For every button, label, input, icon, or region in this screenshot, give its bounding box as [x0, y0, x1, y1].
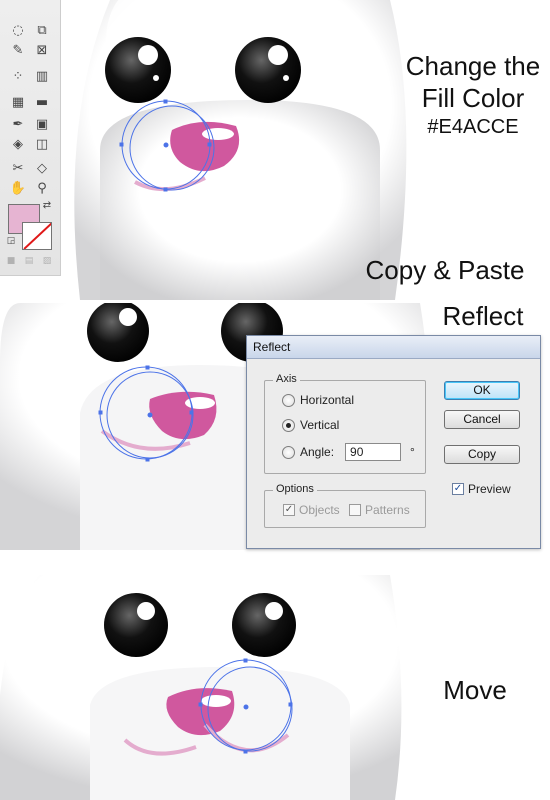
- left-eye-highlight: [138, 45, 158, 65]
- scale-tool-icon[interactable]: ⧉: [32, 20, 52, 40]
- free-transform-icon[interactable]: ⊠: [32, 40, 52, 60]
- zoom-tool-icon[interactable]: ⚲: [32, 178, 52, 198]
- stroke-color-swatch[interactable]: [22, 222, 52, 250]
- patterns-option[interactable]: Patterns: [349, 503, 410, 517]
- options-group: Options ✓ Objects Patterns: [264, 483, 426, 528]
- options-group-title: Options: [273, 483, 317, 495]
- right-eye-highlight: [268, 45, 288, 65]
- axis-group: Axis Horizontal Vertical Angle: 90 °: [264, 373, 426, 474]
- swap-colors-icon[interactable]: ⇄: [40, 198, 54, 212]
- caption-reflect: Reflect: [442, 303, 524, 331]
- ok-button[interactable]: OK: [444, 381, 520, 400]
- right-eye: [235, 37, 301, 103]
- left-eye: [104, 593, 168, 657]
- lasso-tool-icon[interactable]: ◌: [8, 20, 28, 40]
- step1-panel: ◌ ⧉ ✎ ⊠ ⁘ ▥ ▦ ▬ ✒ ▣ ◈ ◫ ✂ ◇ ✋ ⚲ ⇄ ◲ ■ ▤ …: [0, 0, 550, 300]
- axis-group-title: Axis: [273, 373, 300, 385]
- blend-tool-icon[interactable]: ▣: [32, 114, 52, 134]
- mesh-tool-icon[interactable]: ▦: [8, 92, 28, 112]
- gradient-tool-icon[interactable]: ▬: [32, 92, 52, 112]
- angle-radio[interactable]: [282, 445, 295, 459]
- eraser-icon[interactable]: ◇: [32, 158, 52, 178]
- muzzle-shape: [90, 667, 350, 800]
- caption-copy-paste: Copy & Paste: [365, 255, 525, 285]
- caption-move: Move: [443, 675, 507, 705]
- left-eye: [105, 37, 171, 103]
- vertical-option[interactable]: Vertical: [282, 418, 339, 432]
- objects-checkbox[interactable]: ✓: [283, 504, 295, 516]
- caption-change-fill: Change the Fill Color: [405, 51, 541, 113]
- vertical-radio[interactable]: [282, 418, 295, 432]
- none-mode-icon[interactable]: ▨: [40, 254, 54, 268]
- step3-panel: Move: [0, 575, 550, 800]
- horizontal-option[interactable]: Horizontal: [282, 393, 354, 407]
- copy-button[interactable]: Copy: [444, 445, 520, 464]
- column-graph-icon[interactable]: ▥: [32, 66, 52, 86]
- cancel-button[interactable]: Cancel: [444, 410, 520, 429]
- live-paint-bucket-icon[interactable]: ◈: [8, 134, 28, 154]
- color-mode-icon[interactable]: ■: [4, 254, 18, 268]
- patterns-checkbox[interactable]: [349, 504, 361, 516]
- angle-option[interactable]: Angle: 90 °: [282, 443, 415, 461]
- gradient-mode-icon[interactable]: ▤: [22, 254, 36, 268]
- caption-hex: #E4ACCE: [427, 116, 519, 138]
- reflect-dialog: Reflect Axis Horizontal Vertical Angle: …: [246, 335, 541, 549]
- blob-brush-icon[interactable]: ✎: [8, 40, 28, 60]
- eyedropper-icon[interactable]: ✒: [8, 114, 28, 134]
- dialog-title: Reflect: [247, 336, 540, 359]
- degree-unit: °: [410, 445, 415, 459]
- right-eye: [232, 593, 296, 657]
- live-paint-selection-icon[interactable]: ◫: [32, 134, 52, 154]
- angle-input[interactable]: 90: [345, 443, 402, 461]
- default-colors-icon[interactable]: ◲: [4, 234, 18, 248]
- horizontal-radio[interactable]: [282, 393, 295, 407]
- slice-tool-icon[interactable]: ✂: [8, 158, 28, 178]
- preview-option[interactable]: ✓ Preview: [452, 482, 511, 496]
- objects-option[interactable]: ✓ Objects: [283, 503, 340, 517]
- hand-tool-icon[interactable]: ✋: [8, 178, 28, 198]
- symbol-sprayer-icon[interactable]: ⁘: [8, 66, 28, 86]
- preview-checkbox[interactable]: ✓: [452, 483, 464, 495]
- tools-panel: ◌ ⧉ ✎ ⊠ ⁘ ▥ ▦ ▬ ✒ ▣ ◈ ◫ ✂ ◇ ✋ ⚲ ⇄ ◲ ■ ▤ …: [0, 0, 61, 276]
- muzzle-shape: [100, 100, 380, 300]
